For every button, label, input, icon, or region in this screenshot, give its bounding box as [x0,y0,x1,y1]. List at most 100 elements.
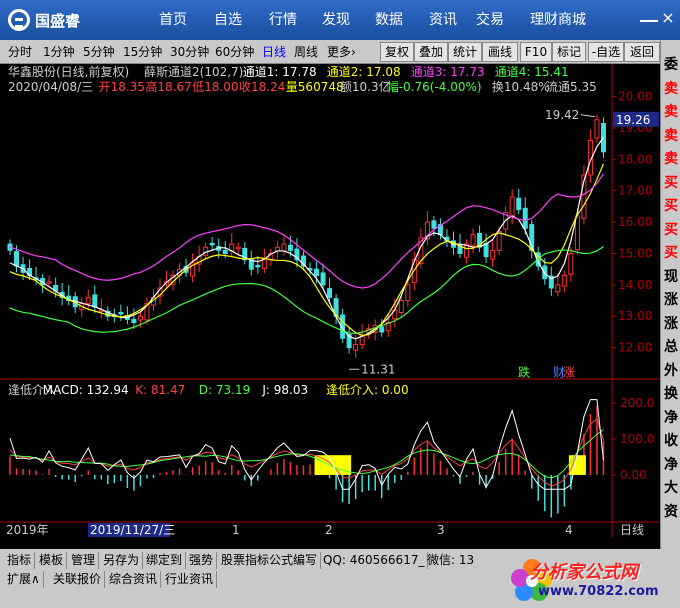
sidebar-label-13: 外 [664,362,678,379]
status-template[interactable]: 模板 [36,552,68,569]
tab-weekly[interactable]: 周线 [294,43,318,61]
sidebar-label-19: 资 [664,503,678,520]
sidebar-label-11: 涨 [664,315,678,332]
status-related-quote[interactable]: 关联报价 [50,571,106,588]
candle-body-35 [235,246,241,250]
nav-data[interactable]: 数据 [366,0,412,40]
price-tick-3: 17.00 [618,184,652,198]
candle-body-78 [516,197,522,211]
candle-body-49 [327,288,333,298]
nav-trade[interactable]: 交易 [467,0,513,40]
main-info-7: 幅-0.76(-4.00%) [387,79,482,94]
candle-body-57 [379,326,385,333]
main-info-6: 额10.3亿 [340,79,391,94]
btn-stats[interactable]: 统计 [448,42,482,62]
candle-body-74 [490,249,496,260]
btn-watchlist-remove[interactable]: -自选 [588,42,624,62]
sub-tick-2: 0.00 [620,468,647,482]
candle-body-13 [92,294,98,308]
candle-body-73 [483,242,489,258]
kline-chart[interactable]: 华鑫股份(日线,前复权) 薛斯通道2(102,7) 通道1: 17.78 通道2: 1… [0,64,660,538]
app-window: 国盛睿 首页 自选 行情 发现 数据 资讯 交易 理财商城 × 分时 1分钟 5… [0,0,680,608]
sub-header-2: K: 81.47 [135,383,185,397]
nav-discover[interactable]: 发现 [313,0,359,40]
nav-watchlist[interactable]: 自选 [205,0,251,40]
candle-body-43 [287,244,293,251]
app-logo[interactable]: 国盛睿 [8,8,80,32]
tab-15min[interactable]: 15分钟 [123,43,162,61]
close-icon[interactable]: × [660,8,676,28]
brand-name: 分析家公式网 [530,562,638,583]
status-qq: QQ: 460566617_ [320,552,429,569]
tab-timeshare[interactable]: 分时 [8,43,32,61]
status-formula[interactable]: 股票指标公式编写 [218,552,322,569]
candle-body-47 [314,268,320,276]
price-tick-4: 16.00 [618,215,652,229]
sidebar-label-2: 卖 [664,104,678,120]
candle-body-86 [568,252,574,275]
status-industry-news[interactable]: 行业资讯 [162,571,218,588]
status-expand[interactable]: 扩展∧ [4,571,44,588]
main-header-4: 通道3: 17.73 [411,65,485,79]
high-price-label: 19.42 [545,108,579,122]
title-bar: 国盛睿 首页 自选 行情 发现 数据 资讯 交易 理财商城 × [0,0,680,40]
sidebar-label-4: 卖 [664,151,678,167]
nav-news[interactable]: 资讯 [420,0,466,40]
tab-daily[interactable]: 日线 [262,43,286,61]
watermark-brand: 分析家公式网 www.70822.com [480,552,680,608]
tab-5min[interactable]: 5分钟 [83,43,115,61]
status-save-as[interactable]: 另存为 [100,552,144,569]
logo-text: 国盛睿 [35,11,81,30]
brand-url: www.70822.com [538,584,659,599]
main-info-9: 流通5.35 [546,80,597,94]
tab-1min[interactable]: 1分钟 [43,43,75,61]
btn-adjust[interactable]: 复权 [380,42,414,62]
sub-header-5: 逢低介入: 0.00 [326,383,409,397]
sidebar-label-0: 委 [664,57,678,73]
tag-rise: 涨 [563,365,575,380]
minimize-icon[interactable] [640,10,658,22]
btn-draw[interactable]: 画线 [482,42,518,62]
status-strong[interactable]: 强势 [186,552,218,569]
candle-body-61 [405,284,411,302]
tab-30min[interactable]: 30分钟 [170,43,209,61]
tab-60min[interactable]: 60分钟 [215,43,254,61]
status-bind[interactable]: 绑定到 [143,552,187,569]
sidebar-label-17: 净 [664,456,678,473]
sub-tick-1: 100.0 [620,432,654,446]
candle-body-85 [561,274,567,287]
sidebar-label-14: 换 [664,386,678,402]
date-month-0: 1 [232,523,240,537]
nav-home[interactable]: 首页 [150,0,196,40]
candle-body-60 [398,300,404,313]
status-manage[interactable]: 管理 [68,552,100,569]
logo-icon [8,9,30,31]
chevron-right-icon: › [351,45,356,59]
status-indicator[interactable]: 指标 [4,552,36,569]
status-news[interactable]: 综合资讯 [106,571,162,588]
tab-more[interactable]: 更多› [327,43,356,61]
price-tick-2: 18.00 [618,152,652,166]
main-info-5: 量560748 [286,80,344,94]
low-entry-signal-1 [568,455,586,475]
main-info-1: 开18.35 [99,80,145,94]
date-year: 2019年 [6,523,49,537]
main-header-5: 通道4: 15.41 [495,65,569,79]
btn-overlay[interactable]: 叠加 [414,42,448,62]
date-month-3: 4 [565,523,573,537]
status-wechat: 微信: 13 [427,553,475,567]
nav-market[interactable]: 行情 [260,0,306,40]
candle-body-79 [522,207,528,229]
nav-wealth-mall[interactable]: 理财商城 [520,0,596,40]
candle-body-39 [261,259,267,270]
candle-body-65 [431,220,437,229]
btn-mark[interactable]: 标记 [552,42,586,62]
sub-header-1: MACD: 132.94 [43,383,129,397]
candle-body-12 [85,296,91,305]
main-info-4: 收18.24 [239,80,285,94]
sidebar-label-15: 净 [664,409,678,426]
sidebar-label-7: 买 [664,221,678,238]
date-period: 日线 [620,523,644,537]
btn-back[interactable]: 返回 [624,42,660,62]
btn-f10[interactable]: F10 [520,42,552,62]
